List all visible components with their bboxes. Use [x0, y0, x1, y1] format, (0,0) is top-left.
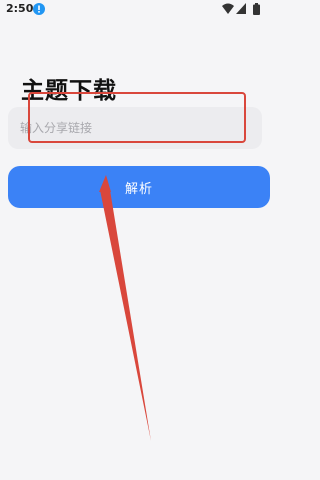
parse-button[interactable]: 解析	[8, 166, 270, 208]
status-bar: 2:50	[0, 0, 270, 18]
status-time: 2:50	[6, 2, 34, 15]
annotation-highlight-box	[28, 92, 246, 143]
annotation-arrow-shaft	[100, 190, 151, 441]
signal-icon	[236, 3, 246, 14]
battery-icon	[253, 3, 260, 15]
notification-icon	[33, 3, 45, 15]
wifi-icon	[222, 3, 234, 14]
